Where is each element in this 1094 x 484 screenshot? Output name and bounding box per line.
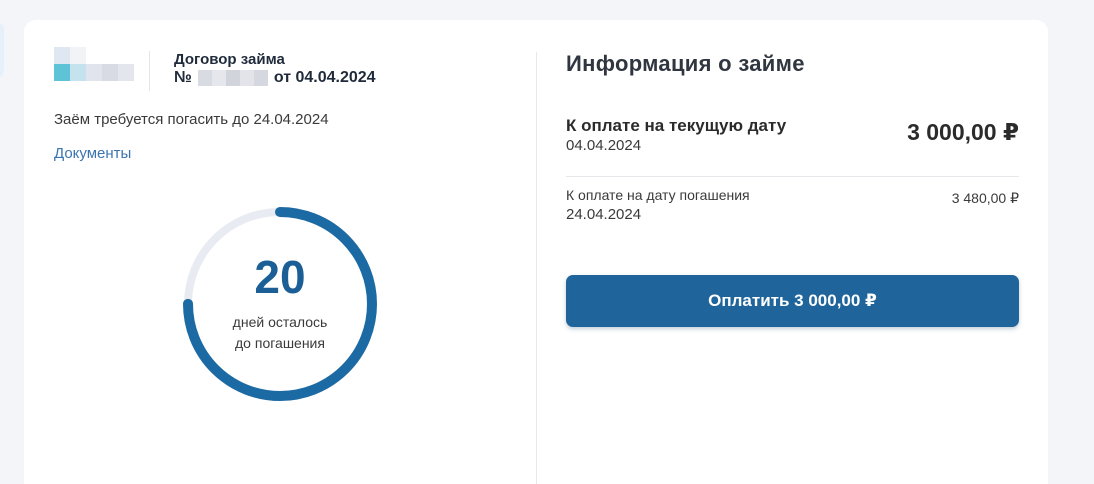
current-due-label: К оплате на текущую дату <box>566 116 787 135</box>
contract-number-line: № от 04.04.2024 <box>174 69 376 87</box>
maturity-due-label: К оплате на дату погашения <box>566 187 750 203</box>
days-remaining-caption: дней осталось до погашения <box>180 312 380 354</box>
loan-card: Договор займа № от 04.04.2024 Заём требу… <box>24 20 1048 484</box>
lender-logo <box>54 47 134 81</box>
side-panel-edge <box>0 22 4 78</box>
row-divider <box>566 176 1019 177</box>
ring-graphic <box>183 207 377 401</box>
current-due-amount: 3 000,00 ₽ <box>907 119 1019 145</box>
maturity-due-amount: 3 480,00 ₽ <box>951 190 1019 206</box>
caption-line-2: до погашения <box>235 335 325 351</box>
logo-separator <box>149 51 150 91</box>
maturity-due-date: 24.04.2024 <box>566 206 642 223</box>
days-remaining-number: 20 <box>254 251 306 303</box>
documents-link[interactable]: Документы <box>54 145 131 162</box>
caption-line-1: дней осталось <box>232 314 328 330</box>
column-divider <box>536 52 537 484</box>
pay-button[interactable]: Оплатить 3 000,00 ₽ <box>566 275 1019 327</box>
contract-date: от 04.04.2024 <box>273 69 376 86</box>
current-due-date: 04.04.2024 <box>566 137 642 154</box>
contract-number-prefix: № <box>174 69 192 86</box>
days-remaining-ring: 20 дней осталось до погашения <box>180 204 380 404</box>
loan-info-title: Информация о займе <box>566 51 805 76</box>
masked-contract-number <box>197 70 268 86</box>
repay-deadline-text: Заём требуется погасить до 24.04.2024 <box>54 111 329 128</box>
contract-title: Договор займа <box>174 51 285 68</box>
